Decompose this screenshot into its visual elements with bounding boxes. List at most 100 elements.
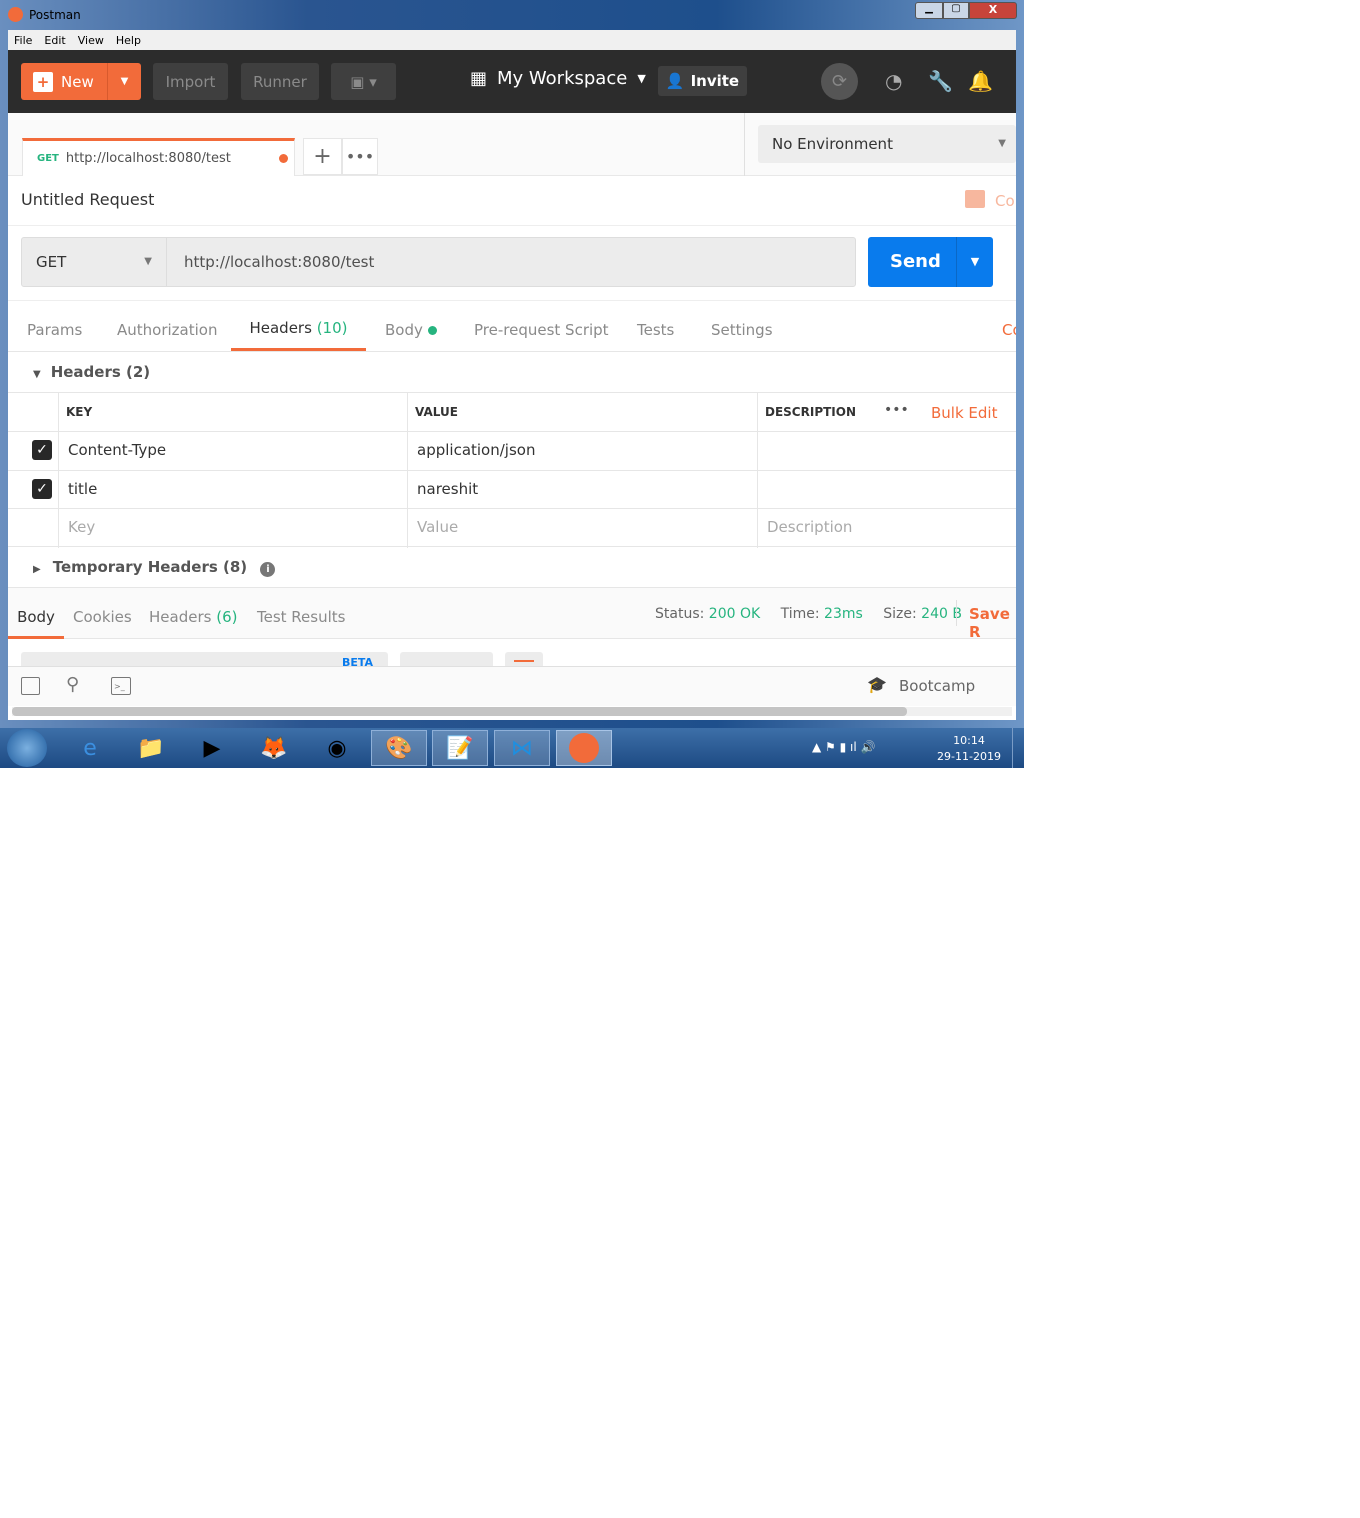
add-tab-button[interactable]: +: [303, 138, 342, 175]
sync-icon[interactable]: ⟳: [821, 63, 858, 100]
wrap-button[interactable]: [505, 652, 543, 666]
header-row-checkbox[interactable]: ✓: [32, 479, 52, 499]
menu-view[interactable]: View: [78, 34, 104, 47]
title-bar: Postman ▁ ▢ X: [0, 0, 1024, 30]
sidebar-toggle-icon[interactable]: [21, 677, 40, 695]
unsaved-dot-icon: [279, 154, 288, 163]
method-select[interactable]: GET ▼: [21, 237, 167, 287]
file-explorer-icon[interactable]: 📁: [123, 730, 179, 766]
workspace-selector[interactable]: ▦ My Workspace ▼: [470, 68, 646, 89]
more-options-button[interactable]: •••: [884, 402, 909, 418]
runner-button[interactable]: Runner: [241, 63, 319, 100]
satellite-icon[interactable]: ◔: [885, 69, 902, 93]
response-tab-headers[interactable]: Headers (6): [149, 608, 237, 626]
status-footer: [8, 666, 1016, 706]
window-title: Postman: [29, 8, 81, 22]
menu-edit[interactable]: Edit: [44, 34, 65, 47]
new-description-input[interactable]: Description: [767, 518, 852, 536]
new-window-icon: ▣ ▾: [350, 72, 377, 91]
paint-icon[interactable]: 🎨: [371, 730, 427, 766]
menu-help[interactable]: Help: [116, 34, 141, 47]
response-tab-test-results[interactable]: Test Results: [257, 608, 345, 626]
chevron-down-icon[interactable]: ▼: [956, 237, 993, 287]
tab-tests[interactable]: Tests: [637, 321, 674, 339]
time-value: 23ms: [824, 606, 863, 622]
bootcamp-link[interactable]: Bootcamp: [899, 677, 975, 695]
new-label: New: [61, 72, 94, 91]
start-button[interactable]: [7, 729, 47, 767]
more-tabs-button[interactable]: •••: [342, 138, 378, 175]
horizontal-scrollbar[interactable]: [12, 707, 1012, 716]
plus-icon: +: [33, 71, 53, 92]
temporary-headers-toggle[interactable]: ▶ Temporary Headers (8) i: [33, 558, 276, 577]
divider: [8, 225, 1016, 226]
maximize-button[interactable]: ▢: [943, 2, 969, 19]
new-button[interactable]: + New ▼: [21, 63, 141, 100]
new-window-button[interactable]: ▣ ▾: [331, 63, 396, 100]
minimize-button[interactable]: ▁: [915, 2, 943, 19]
import-button[interactable]: Import: [153, 63, 228, 100]
wrench-icon[interactable]: 🔧: [928, 69, 953, 93]
header-value[interactable]: nareshit: [417, 480, 478, 498]
chevron-down-icon: ▼: [637, 72, 646, 85]
header-toolbar: + New ▼ Import Runner ▣ ▾ ▦ My Workspace…: [8, 50, 1016, 113]
new-key-input[interactable]: Key: [68, 518, 95, 536]
tab-prerequest-script[interactable]: Pre-request Script: [474, 321, 609, 339]
chevron-down-icon: ▼: [144, 256, 152, 267]
response-view-selector[interactable]: BETA: [21, 652, 388, 666]
response-meta: Status: 200 OK Time: 23ms Size: 240 B: [655, 606, 962, 622]
save-response-button[interactable]: Save R: [969, 605, 1016, 641]
body-indicator-icon: [427, 326, 437, 335]
header-row-checkbox[interactable]: ✓: [32, 440, 52, 460]
tab-body[interactable]: Body: [385, 321, 437, 339]
cookies-link[interactable]: Co: [1002, 321, 1016, 339]
invite-button[interactable]: 👤 Invite: [658, 66, 747, 96]
comments-icon[interactable]: [965, 190, 985, 208]
clock[interactable]: 10:14 29-11-2019: [930, 733, 1008, 765]
url-input[interactable]: http://localhost:8080/test: [166, 237, 856, 287]
info-icon[interactable]: i: [260, 562, 276, 577]
tray-icons[interactable]: ▲ ⚑ ▮ ıl 🔊: [812, 740, 875, 754]
internet-explorer-icon[interactable]: e: [62, 730, 118, 766]
tab-params[interactable]: Params: [27, 321, 82, 339]
format-select[interactable]: [400, 652, 493, 666]
tab-method: GET: [37, 153, 59, 164]
grid-icon: ▦: [470, 68, 488, 89]
header-key[interactable]: title: [68, 480, 97, 498]
response-tab-body[interactable]: Body: [8, 588, 64, 639]
column-description: DESCRIPTION: [765, 405, 857, 419]
tab-authorization[interactable]: Authorization: [117, 321, 217, 339]
comments-label[interactable]: Co: [995, 192, 1015, 210]
console-icon[interactable]: >_: [111, 677, 131, 695]
send-button[interactable]: Send ▼: [868, 237, 993, 287]
chevron-down-icon[interactable]: ▼: [107, 63, 141, 100]
header-value[interactable]: application/json: [417, 441, 535, 459]
new-value-input[interactable]: Value: [417, 518, 458, 536]
menu-file[interactable]: File: [14, 34, 32, 47]
media-player-icon[interactable]: ▶: [184, 730, 240, 766]
firefox-icon[interactable]: 🦊: [246, 730, 302, 766]
postman-taskbar-icon[interactable]: [556, 730, 612, 766]
caret-down-icon: ▼: [33, 369, 41, 380]
divider: [8, 300, 1016, 301]
tab-settings[interactable]: Settings: [711, 321, 773, 339]
chrome-icon[interactable]: ◉: [309, 730, 365, 766]
request-tab[interactable]: GET http://localhost:8080/test: [22, 138, 295, 176]
header-key[interactable]: Content-Type: [68, 441, 166, 459]
caret-right-icon: ▶: [33, 564, 41, 575]
bootcamp-icon: 🎓: [867, 675, 887, 694]
response-tab-cookies[interactable]: Cookies: [73, 608, 132, 626]
bell-icon[interactable]: 🔔: [968, 69, 993, 93]
show-desktop-button[interactable]: [1012, 728, 1024, 768]
postman-logo-icon: [8, 7, 23, 22]
vscode-icon[interactable]: ⋈: [494, 730, 550, 766]
request-title[interactable]: Untitled Request: [21, 190, 154, 209]
notepad-icon[interactable]: 📝: [432, 730, 488, 766]
environment-select[interactable]: No Environment ▼: [758, 125, 1016, 163]
close-button[interactable]: X: [969, 2, 1017, 19]
headers-section-toggle[interactable]: ▼ Headers (2): [33, 363, 150, 381]
bulk-edit-button[interactable]: Bulk Edit: [931, 404, 997, 422]
tab-headers-label[interactable]: Headers (10): [231, 300, 366, 351]
taskbar: e 📁 ▶ 🦊 ◉ 🎨 📝 ⋈ ▲ ⚑ ▮ ıl 🔊 10:14 29-11-2…: [0, 728, 1024, 768]
search-icon[interactable]: ⚲: [66, 674, 79, 695]
